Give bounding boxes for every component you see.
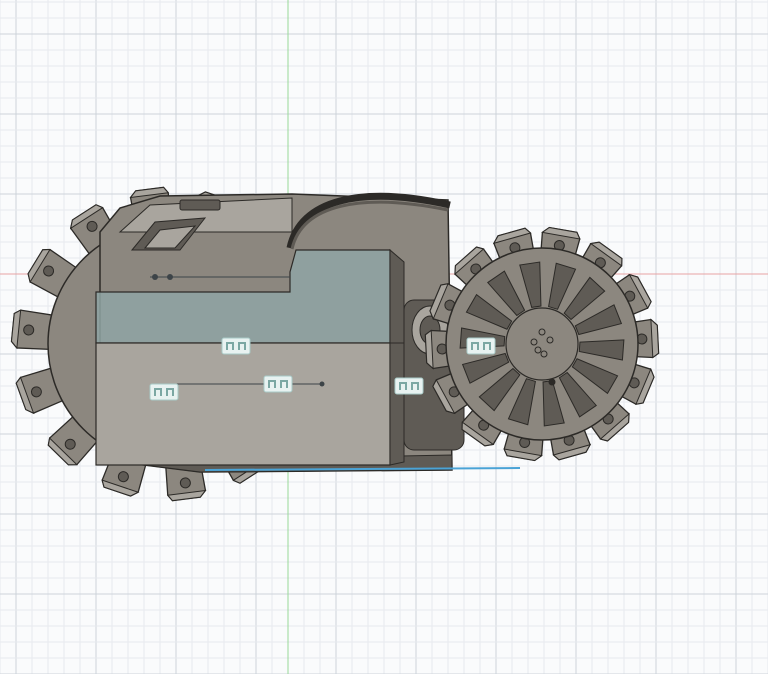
constraint-marker-4[interactable] — [394, 377, 424, 395]
front-face — [95, 342, 391, 466]
sketch-point-1 — [152, 274, 158, 280]
constraint-marker-2[interactable] — [149, 383, 179, 401]
constraint-marker-3[interactable] — [263, 375, 293, 393]
wheel-hub — [505, 307, 579, 381]
sketch-point-3 — [319, 381, 325, 387]
axle-point — [548, 378, 556, 386]
model-canvas[interactable] — [0, 0, 768, 674]
top-slot — [179, 199, 221, 211]
cad-viewport[interactable] — [0, 0, 768, 674]
sketch-point-2 — [167, 274, 173, 280]
constraint-marker-5[interactable] — [466, 337, 496, 355]
constraint-marker-1[interactable] — [221, 337, 251, 355]
sketch-plane-side — [389, 248, 405, 344]
front-face-shadow — [389, 342, 405, 466]
